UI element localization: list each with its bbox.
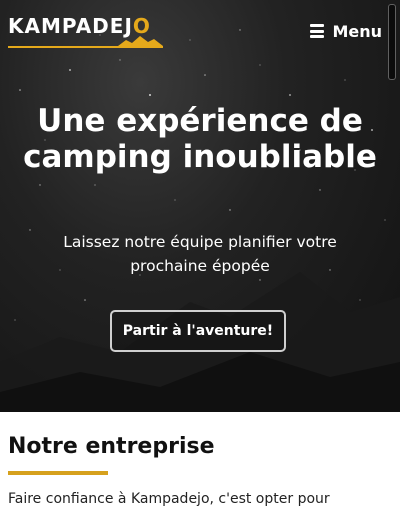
hero-title: Une expérience de camping inoubliable <box>23 103 377 175</box>
company-intro-text: Faire confiance à Kampadejo, c'est opter… <box>8 491 330 507</box>
menu-button[interactable]: Menu <box>310 18 382 44</box>
hamburger-icon <box>310 24 325 38</box>
kampadejo-logo[interactable]: KAMPADEJO <box>8 10 163 48</box>
page-scrollbar[interactable] <box>388 4 396 80</box>
adventure-cta-button[interactable]: Partir à l'aventure! <box>110 310 286 352</box>
logo-mountain-underline <box>8 36 163 48</box>
hero-subtitle: Laissez notre équipe planifier votre pro… <box>63 233 337 275</box>
top-navigation-bar: KAMPADEJO Menu <box>0 0 400 62</box>
section-title-underline <box>8 471 108 475</box>
company-section-title: Notre entreprise <box>8 434 215 459</box>
menu-label: Menu <box>332 21 382 41</box>
